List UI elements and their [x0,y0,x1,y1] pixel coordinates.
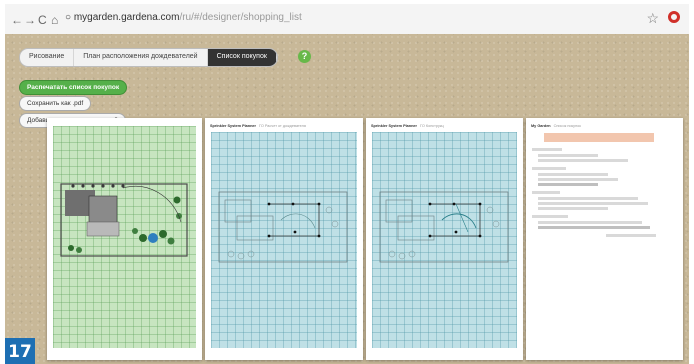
tab-shopping-list[interactable]: Список покупок [207,49,277,66]
sprinkler-plan-page-1[interactable]: Sprinkler System Planner ГО Расчет от дож… [205,118,363,360]
figure-number-badge: 17 [5,338,35,364]
back-icon[interactable]: ← [11,13,23,27]
page-3-header: Sprinkler System Planner ГО Конструкц [371,124,444,128]
garden-plan-page[interactable] [47,118,202,360]
tab-sprinkler-layout[interactable]: План расположения дождевателей [74,49,208,66]
list-item [538,221,642,224]
print-list-button[interactable]: Распечатать список покупок [19,80,128,95]
help-button[interactable]: ? [298,50,311,63]
page-2-subtitle: ГО Расчет от дождевателя [259,124,306,128]
list-item [532,167,566,170]
page-2-header: Sprinkler System Planner ГО Расчет от дож… [210,124,306,128]
url-info-icon: ○ [65,12,74,23]
list-item [532,191,560,194]
list-item [538,154,598,157]
browser-toolbar: ← → C ⌂ ○ mygarden.gardena.com/ru/#/desi… [5,4,689,35]
sprinkler-grid-1 [211,132,357,348]
notice-box [544,133,654,142]
list-item [532,148,562,151]
designer-canvas: Рисование План расположения дождевателей… [5,34,689,364]
page-3-subtitle: ГО Конструкц [420,124,444,128]
tab-drawing[interactable]: Рисование [20,49,75,66]
save-pdf-button[interactable]: Сохранить как .pdf [19,96,92,111]
garden-plan-grid [53,126,196,348]
list-item [538,202,648,205]
list-item [538,197,638,200]
garden-plan-drawing [60,183,188,257]
list-item [532,215,568,218]
page-2-title: Sprinkler System Planner [210,124,257,128]
sprinkler-grid-2 [372,132,517,348]
page-3-title: Sprinkler System Planner [371,124,418,128]
list-item [538,183,598,186]
sprinkler-drawing-1 [218,191,348,263]
list-item [538,173,608,176]
list-total [606,234,656,237]
designer-tabs: Рисование План расположения дождевателей… [19,48,278,67]
list-item [538,159,628,162]
list-item [538,226,650,229]
list-item [538,178,618,181]
page-4-header: My Garden Список покупок [531,124,581,128]
bookmark-star-icon[interactable]: ☆ [646,10,659,27]
list-item [538,207,608,210]
screenshot-frame: ← → C ⌂ ○ mygarden.gardena.com/ru/#/desi… [0,0,694,364]
shopping-list-page[interactable]: My Garden Список покупок [526,118,683,360]
url-path: /ru/#/designer/shopping_list [179,12,302,23]
page-4-subtitle: Список покупок [553,124,581,128]
home-icon[interactable]: ⌂ [51,13,58,27]
sprinkler-plan-page-2[interactable]: Sprinkler System Planner ГО Конструкц [366,118,523,360]
sprinkler-drawing-2 [379,191,509,263]
reload-icon[interactable]: C [38,13,47,27]
forward-icon[interactable]: → [24,13,36,27]
page-4-title: My Garden [531,124,551,128]
address-bar[interactable]: ○ mygarden.gardena.com/ru/#/designer/sho… [65,12,302,23]
browser-menu-icon[interactable] [668,11,680,23]
url-host: mygarden.gardena.com [73,12,180,23]
